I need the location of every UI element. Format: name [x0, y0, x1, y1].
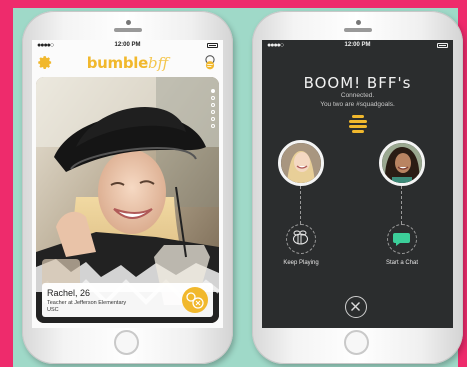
chat-bubbles-icon[interactable] — [203, 55, 217, 70]
battery-icon — [437, 43, 448, 48]
app-logo: bumblebff — [32, 54, 223, 72]
logo-wordmark: bumble — [86, 54, 149, 72]
phone-right: ●●●●○ 12:00 PM BOOM! BFF's Connected. Yo… — [252, 11, 463, 364]
status-time: 12:00 PM — [114, 42, 141, 48]
close-icon — [351, 302, 360, 311]
avatar-self[interactable] — [278, 140, 324, 186]
photo-pager-dot[interactable] — [211, 110, 215, 114]
keep-playing-button[interactable] — [286, 224, 316, 254]
home-button[interactable] — [113, 330, 139, 355]
photo-pager-dot[interactable] — [211, 96, 215, 100]
photo-pager-dot[interactable] — [211, 89, 215, 93]
profile-school: USC — [47, 307, 59, 313]
connector-line-left — [300, 186, 301, 224]
profile-screen: ●●●●○ 12:00 PM bumblebff Rachel, 26 Teac… — [32, 40, 223, 328]
match-tagline: You two are #squadgoals. — [320, 101, 395, 108]
earpiece-speaker — [343, 28, 372, 32]
front-camera — [355, 20, 361, 25]
front-camera — [125, 20, 131, 25]
profile-job: Teacher at Jefferson Elementary — [47, 300, 127, 306]
connector-line-right — [401, 186, 402, 224]
logo-bff: bff — [148, 54, 169, 72]
status-time: 12:00 PM — [344, 42, 371, 48]
profile-info-box[interactable]: Rachel, 26 Teacher at Jefferson Elementa… — [42, 283, 213, 317]
keep-playing-label[interactable]: Keep Playing — [271, 260, 331, 266]
battery-icon — [207, 43, 218, 48]
start-chat-label[interactable]: Start a Chat — [372, 260, 432, 266]
frame-top-border — [0, 0, 467, 8]
beehive-icon — [349, 115, 367, 133]
photo-pager[interactable] — [211, 89, 215, 131]
chat-icon — [393, 233, 410, 246]
match-headline: BOOM! BFF's — [303, 74, 412, 92]
avatar-match[interactable] — [379, 140, 425, 186]
profile-card[interactable]: Rachel, 26 Teacher at Jefferson Elementa… — [36, 77, 219, 323]
photo-pager-dot[interactable] — [211, 103, 215, 107]
avatar-match-photo — [382, 143, 422, 183]
bff-badge-icon[interactable] — [181, 286, 209, 314]
photo-pager-dot[interactable] — [211, 124, 215, 128]
close-button[interactable] — [345, 296, 367, 318]
earpiece-speaker — [113, 28, 142, 32]
home-button[interactable] — [343, 330, 369, 355]
frame-left-border — [0, 0, 13, 367]
app-header: bumblebff — [32, 52, 223, 74]
photo-pager-dot[interactable] — [211, 117, 215, 121]
start-chat-button[interactable] — [387, 224, 417, 254]
phone-left: ●●●●○ 12:00 PM bumblebff Rachel, 26 Teac… — [22, 11, 233, 364]
bee-icon — [292, 230, 309, 245]
avatar-self-photo — [281, 143, 321, 183]
status-bar: ●●●●○ 12:00 PM — [262, 40, 453, 51]
match-screen: ●●●●○ 12:00 PM BOOM! BFF's Connected. Yo… — [262, 40, 453, 328]
profile-name: Rachel, 26 — [47, 288, 91, 298]
status-bar: ●●●●○ 12:00 PM — [32, 40, 223, 51]
match-subline: Connected. — [340, 92, 375, 99]
